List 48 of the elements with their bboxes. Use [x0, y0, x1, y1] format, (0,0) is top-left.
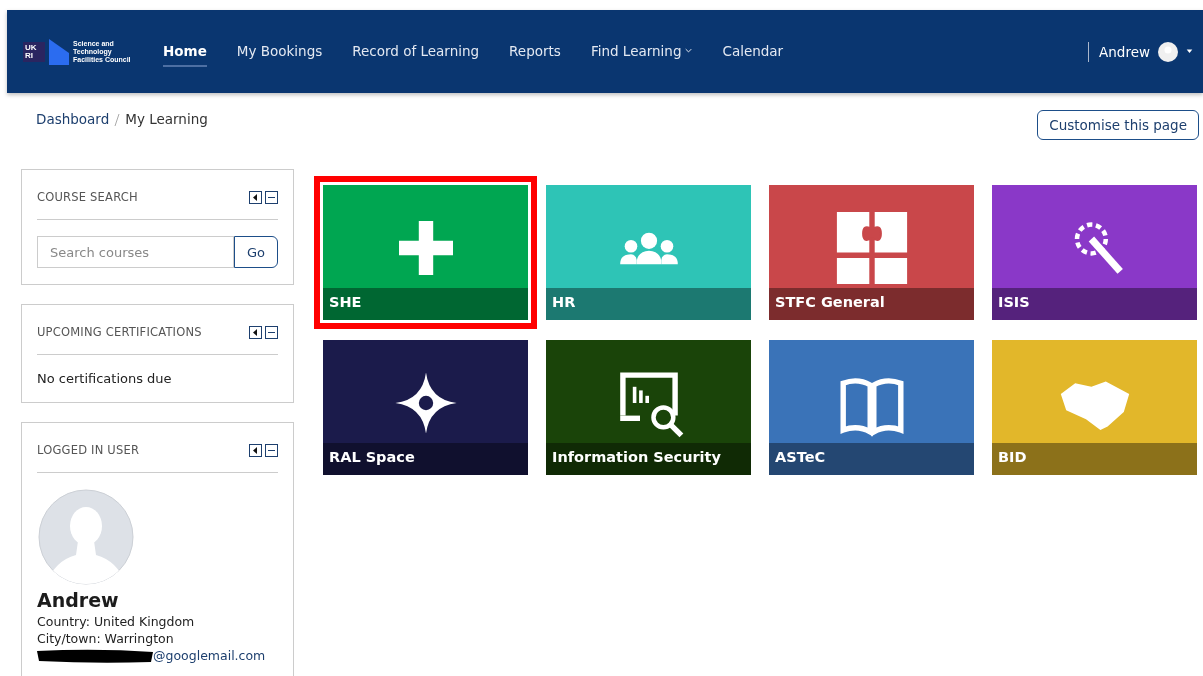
tile-label: ASTeC	[769, 443, 974, 475]
nav-link[interactable]: Reports	[509, 36, 561, 67]
category-tile[interactable]: ASTeC	[769, 340, 974, 475]
slash-icon	[114, 113, 121, 127]
category-tile[interactable]: SHE	[314, 176, 537, 329]
breadcrumb-item: My Learning	[125, 111, 208, 127]
collapse-icon[interactable]	[265, 443, 278, 457]
avatar-icon[interactable]	[1158, 41, 1178, 62]
nav-link[interactable]: Calendar	[722, 36, 784, 67]
profile-detail: Country: United Kingdom	[37, 614, 196, 629]
email-link[interactable]: @googlemail.com	[153, 648, 266, 663]
customise-button[interactable]: Customise this page	[1037, 110, 1199, 140]
category-tile[interactable]: HR	[546, 185, 751, 320]
profile-detail: City/town: Warrington	[37, 631, 175, 646]
avatar-icon	[38, 489, 134, 585]
category-tile[interactable]: Information Security	[546, 340, 751, 475]
tile-label: RAL Space	[323, 443, 528, 475]
category-tile[interactable]: RAL Space	[323, 340, 528, 475]
tile-label: BID	[992, 443, 1197, 475]
user-name[interactable]: Andrew	[1099, 43, 1150, 60]
nav-link[interactable]: My Bookings	[236, 36, 323, 67]
collapse-icon[interactable]	[265, 325, 278, 339]
search-field[interactable]: Search courses	[37, 236, 234, 268]
move-left-icon[interactable]	[249, 325, 262, 339]
move-left-icon[interactable]	[249, 443, 262, 457]
tile-label: ISIS	[992, 288, 1197, 320]
move-left-icon[interactable]	[249, 190, 262, 204]
logo-shape-icon	[49, 38, 69, 65]
collapse-icon[interactable]	[265, 190, 278, 204]
category-tile[interactable]: ISIS	[992, 185, 1197, 320]
block-title: COURSE SEARCH	[37, 190, 138, 204]
block-title: UPCOMING CERTIFICATIONS	[37, 325, 202, 339]
category-tile[interactable]: STFC General	[769, 185, 974, 320]
breadcrumb-item[interactable]: Dashboard	[36, 111, 110, 127]
tile-label: SHE	[323, 288, 528, 320]
tile-label: Information Security	[546, 443, 751, 475]
nav-link[interactable]: Home	[163, 36, 207, 67]
go-button[interactable]: Go	[234, 236, 278, 268]
block-text: No certifications due	[37, 371, 173, 386]
block-title: LOGGED IN USER	[37, 443, 140, 457]
nav-link[interactable]: Record of Learning	[352, 36, 480, 67]
nav-link[interactable]: Find Learning	[590, 36, 693, 67]
caret-icon[interactable]	[1186, 49, 1193, 54]
logo-mark[interactable]: UK RI	[23, 41, 45, 62]
tile-label: HR	[546, 288, 751, 320]
tile-label: STFC General	[769, 288, 974, 320]
user-name: Andrew	[37, 589, 120, 611]
category-tile[interactable]: BID	[992, 340, 1197, 475]
